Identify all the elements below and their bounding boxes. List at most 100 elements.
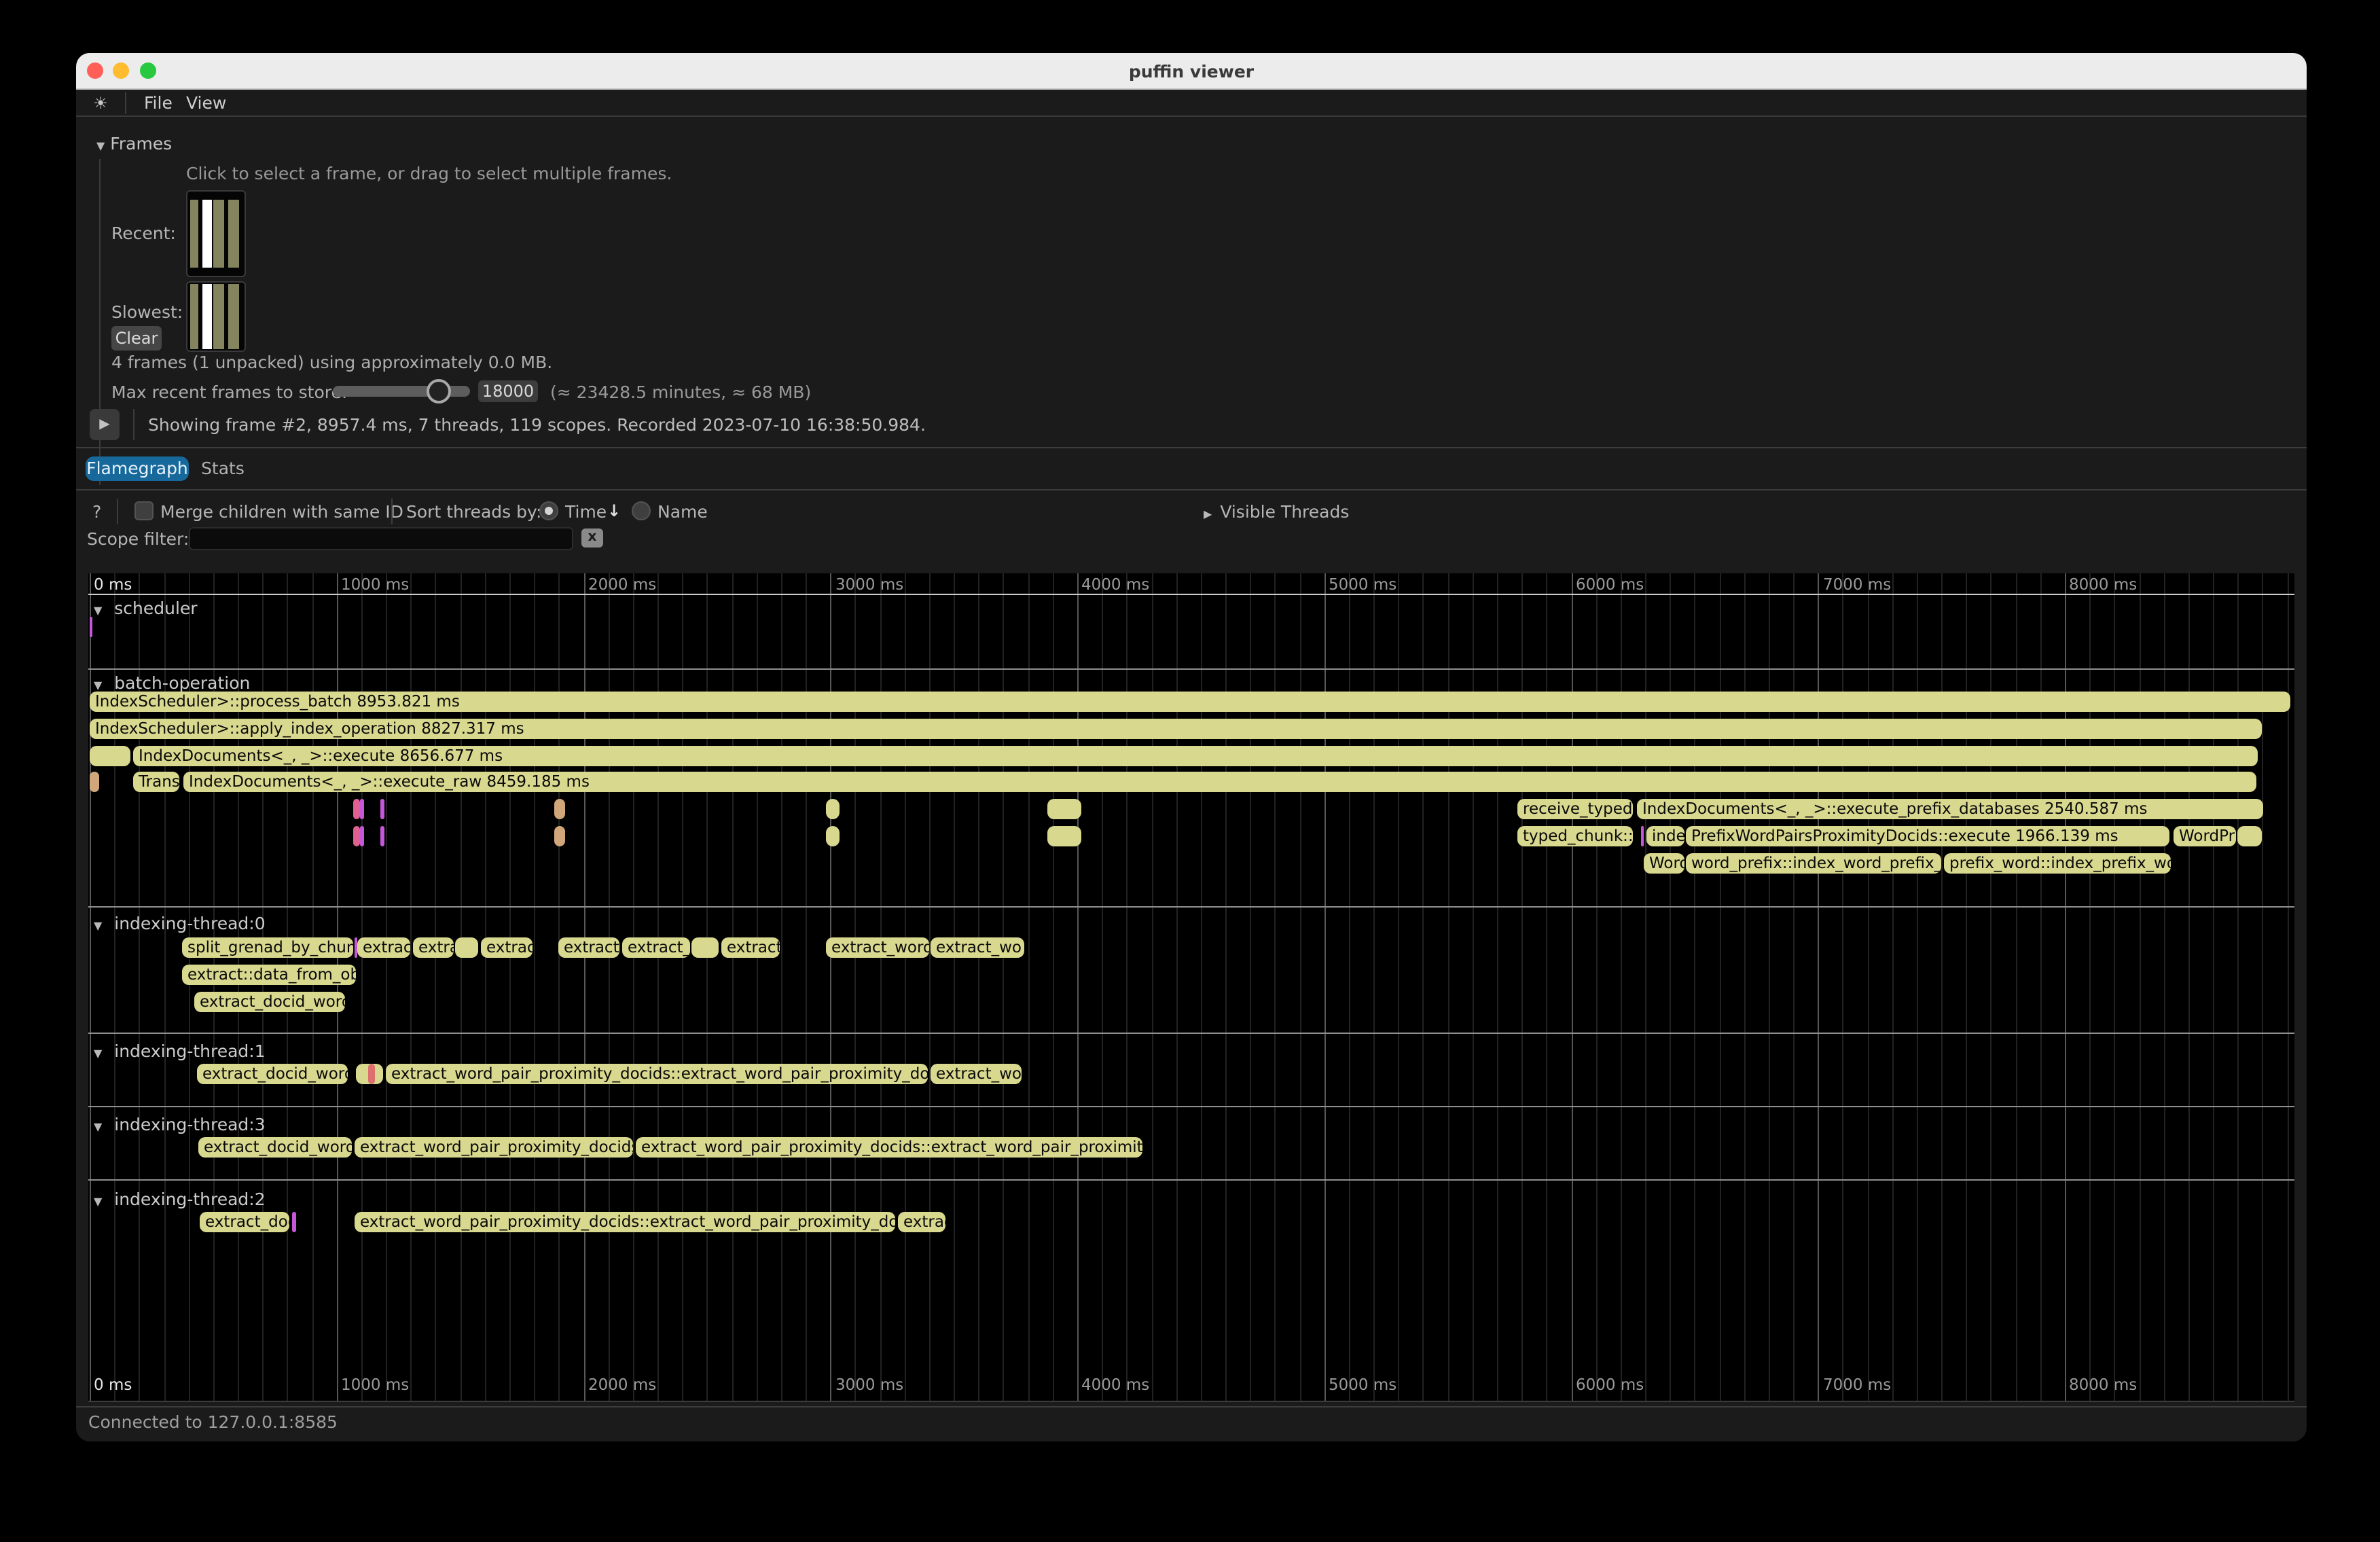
sort-name-radio[interactable] xyxy=(632,501,651,520)
chevron-down-icon: ▼ xyxy=(94,1047,102,1060)
thread-label[interactable]: ▼ batch-operation xyxy=(94,674,250,692)
flame-bar[interactable]: index xyxy=(1646,826,1684,846)
sort-name-label[interactable]: Name xyxy=(657,503,708,520)
frame-thumbnail-bar[interactable] xyxy=(190,200,198,268)
flame-bar[interactable]: split_grenad_by_chun xyxy=(182,937,353,957)
flame-bar[interactable]: IndexDocuments<_, _>::execute_raw 8459.1… xyxy=(183,772,2256,791)
merge-children-checkbox[interactable] xyxy=(134,501,154,520)
frame-thumbnail-bar[interactable] xyxy=(190,284,198,349)
flame-bar[interactable]: extrac xyxy=(481,937,533,957)
flame-bar[interactable] xyxy=(353,799,360,819)
menu-separator xyxy=(125,92,126,114)
flame-bar[interactable] xyxy=(90,746,130,766)
tab-flamegraph[interactable]: Flamegraph xyxy=(86,456,189,481)
menu-item-file[interactable]: File xyxy=(144,90,173,117)
frame-thumbnail-bar[interactable] xyxy=(202,200,212,268)
max-frames-value[interactable]: 18000 xyxy=(478,380,538,402)
flame-bar[interactable]: extract_word_pair_proximity_docids xyxy=(355,1137,633,1157)
recent-label: Recent: xyxy=(111,224,176,242)
flame-bar[interactable]: typed_chunk::w xyxy=(1517,826,1633,846)
flame-bar[interactable]: PrefixWordPairsProximityDocids::execute … xyxy=(1686,826,2169,846)
flame-bar[interactable]: extract_doc xyxy=(200,1212,289,1232)
chevron-down-icon: ▼ xyxy=(96,140,105,152)
frame-thumbnail-bar[interactable] xyxy=(228,284,239,349)
flame-bar[interactable]: extract_word_pair_proximity_docids::extr… xyxy=(355,1212,895,1232)
separator xyxy=(391,499,393,524)
slowest-frames-thumbnail[interactable] xyxy=(186,281,246,352)
play-button[interactable]: ▶ xyxy=(90,409,120,440)
flame-bar[interactable]: extract_wo xyxy=(931,937,1024,957)
flame-bar[interactable]: prefix_word::index_prefix_wo xyxy=(1944,853,2171,873)
flame-bar[interactable]: extract_word_pair_proximity_docids::extr… xyxy=(636,1137,1142,1157)
thread-label[interactable]: ▼ indexing-thread:0 xyxy=(94,914,266,932)
thread-label[interactable]: ▼ indexing-thread:2 xyxy=(94,1190,266,1208)
flame-bar[interactable] xyxy=(554,799,565,819)
flame-bar[interactable]: IndexScheduler>::apply_index_operation 8… xyxy=(90,719,2262,738)
thread-label[interactable]: ▼ indexing-thread:3 xyxy=(94,1115,266,1133)
flame-bar[interactable]: word_prefix::index_word_prefix_ xyxy=(1686,853,1941,873)
flame-bar[interactable] xyxy=(1047,826,1081,846)
flame-bar[interactable]: extract_ xyxy=(622,937,690,957)
flame-bar[interactable]: IndexDocuments<_, _>::execute_prefix_dat… xyxy=(1637,799,2263,819)
flame-bar[interactable]: extract_docid_word xyxy=(197,1064,348,1083)
scope-filter-input[interactable] xyxy=(189,527,573,550)
thread-label[interactable]: ▼ indexing-thread:1 xyxy=(94,1042,266,1060)
flame-bar[interactable]: extract_word_pair_proximity_docids::extr… xyxy=(386,1064,928,1083)
slider-knob[interactable] xyxy=(427,379,451,404)
flame-bar[interactable] xyxy=(554,826,565,846)
frame-thumbnail-bar[interactable] xyxy=(202,284,212,349)
menu-item-view[interactable]: View xyxy=(186,90,226,117)
title-bar[interactable]: puffin viewer xyxy=(76,53,2307,90)
flame-bar[interactable] xyxy=(89,617,92,636)
flame-bar[interactable]: extract xyxy=(721,937,780,957)
flame-bar[interactable] xyxy=(826,826,840,846)
flame-bar[interactable]: extract_docid_word xyxy=(198,1137,352,1157)
flame-bar[interactable] xyxy=(1641,826,1644,846)
flame-bar[interactable] xyxy=(380,799,384,819)
frame-thumbnail-bar[interactable] xyxy=(213,284,224,349)
axis-tick-label: 6000 ms xyxy=(1576,576,1644,592)
flame-bar[interactable]: Word xyxy=(1644,853,1684,873)
theme-toggle-icon[interactable]: ☀ xyxy=(91,90,110,117)
tab-stats[interactable]: Stats xyxy=(196,456,250,481)
frames-section-header[interactable]: ▼ Frames xyxy=(96,135,172,152)
flame-bar[interactable]: extract_word xyxy=(826,937,929,957)
flame-bar[interactable]: extract_docid_word xyxy=(194,992,345,1011)
flame-bar[interactable]: extrac xyxy=(898,1212,945,1232)
flame-bar[interactable] xyxy=(826,799,840,819)
flame-bar[interactable] xyxy=(360,799,364,819)
flame-bar[interactable] xyxy=(455,937,478,957)
sort-time-label[interactable]: Time xyxy=(565,503,607,520)
scope-filter-clear-button[interactable]: x xyxy=(581,528,603,548)
flame-bar[interactable]: extract xyxy=(357,937,410,957)
frame-thumbnail-bar[interactable] xyxy=(213,200,224,268)
flame-bar[interactable]: extract_wo xyxy=(931,1064,1022,1083)
visible-threads-section[interactable]: ▶Visible Threads xyxy=(1204,503,1349,520)
help-button[interactable]: ? xyxy=(92,503,101,520)
flame-bar[interactable] xyxy=(90,772,99,791)
flamegraph-canvas[interactable]: 0 ms1000 ms2000 ms3000 ms4000 ms5000 ms6… xyxy=(88,573,2294,1402)
flame-bar[interactable] xyxy=(360,826,364,846)
flame-bar[interactable]: extra xyxy=(413,937,454,957)
flame-bar[interactable] xyxy=(380,826,384,846)
flame-bar[interactable]: extract::data_from_ob xyxy=(182,965,356,984)
flame-bar[interactable] xyxy=(368,1064,375,1083)
flame-bar[interactable]: WordPr xyxy=(2174,826,2236,846)
flame-bar[interactable] xyxy=(353,826,360,846)
flame-bar[interactable] xyxy=(1047,799,1081,819)
frame-thumbnail-bar[interactable] xyxy=(228,200,239,268)
flame-bar[interactable]: extract_ xyxy=(558,937,619,957)
clear-button[interactable]: Clear xyxy=(111,326,162,351)
flame-bar[interactable] xyxy=(2237,826,2262,846)
flame-bar[interactable]: IndexDocuments<_, _>::execute 8656.677 m… xyxy=(133,746,2258,766)
recent-frames-thumbnail[interactable] xyxy=(186,190,246,277)
merge-children-label[interactable]: Merge children with same ID xyxy=(160,503,403,520)
flame-bar[interactable]: IndexScheduler>::process_batch 8953.821 … xyxy=(90,692,2290,711)
sort-time-radio[interactable] xyxy=(539,501,558,520)
flame-bar[interactable]: Trans xyxy=(133,772,179,791)
sort-direction-icon[interactable]: ↓ xyxy=(607,503,621,520)
thread-label[interactable]: ▼ scheduler xyxy=(94,599,198,617)
flame-bar[interactable] xyxy=(292,1212,296,1232)
flame-bar[interactable] xyxy=(691,937,719,957)
flame-bar[interactable]: receive_typed_ xyxy=(1517,799,1633,819)
